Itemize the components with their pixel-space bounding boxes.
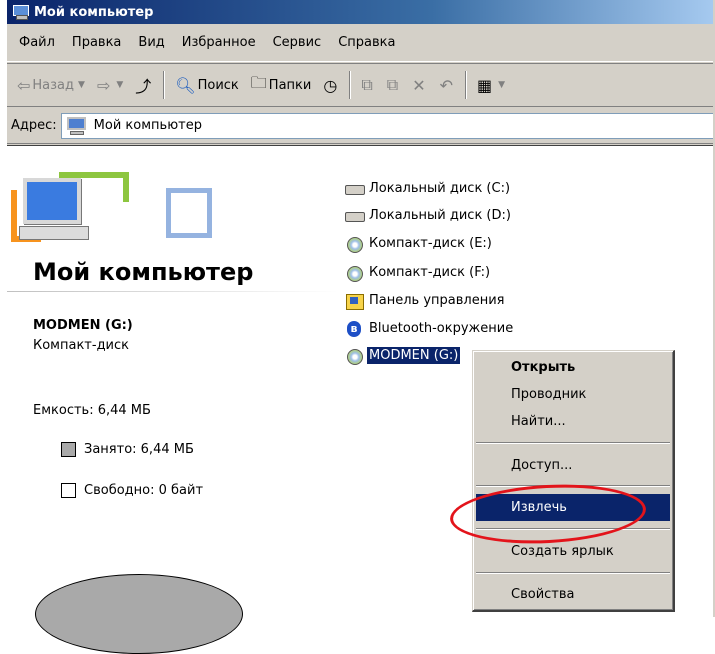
views-button[interactable]: ▦ ▼ [471,70,511,100]
forward-button[interactable]: ⇨ ▼ [91,70,129,100]
address-bar: Адрес: Мой компьютер [7,108,715,144]
search-label: Поиск [197,77,239,93]
ctx-open[interactable]: Открыть [476,354,670,381]
delete-icon: ✕ [412,75,426,95]
used-swatch [61,442,76,457]
menu-separator [476,485,670,487]
address-field[interactable]: Мой компьютер [60,112,715,139]
title-bar[interactable]: Мой компьютер [7,0,715,24]
free-space-text: Свободно: 0 байт [84,483,204,498]
cd-drive-icon [345,348,365,365]
back-button[interactable]: ⇦ Назад ▼ [11,70,91,100]
undo-icon: ↶ [439,75,453,95]
window-title: Мой компьютер [34,4,154,20]
back-arrow-icon: ⇦ [17,75,31,95]
item-label: Локальный диск (D:) [369,208,511,223]
folders-icon: 🗀 [250,72,267,92]
selected-item-name: MODMEN (G:) [33,318,133,333]
views-icon: ▦ [477,75,493,95]
move-to-button[interactable]: ⧉ [355,70,380,100]
cd-drive-icon [345,236,365,253]
ctx-find[interactable]: Найти... [476,408,670,435]
item-label: Bluetooth-окружение [369,321,514,336]
divider [7,291,339,292]
item-drive-f[interactable]: Компакт-диск (F:) [345,262,492,283]
delete-button[interactable]: ✕ [406,70,433,100]
menu-separator [476,572,670,574]
menu-separator [476,528,670,530]
bluetooth-icon [345,320,365,337]
address-label: Адрес: [11,118,57,133]
item-bluetooth[interactable]: Bluetooth-окружение [345,318,515,339]
context-menu: Открыть Проводник Найти... Доступ... Изв… [472,350,675,612]
toolbar-separator [349,71,352,99]
address-value: Мой компьютер [93,118,202,133]
menu-help[interactable]: Справка [330,32,403,53]
used-space-text: Занято: 6,44 МБ [84,442,194,457]
move-to-icon: ⧉ [361,75,373,94]
item-drive-c[interactable]: Локальный диск (C:) [345,178,512,199]
panel-title: Мой компьютер [33,258,254,286]
used-space-legend: Занято: 6,44 МБ [61,442,194,457]
copy-to-button[interactable]: ⧉ [381,70,406,100]
selected-item-type: Компакт-диск [33,338,130,353]
free-space-legend: Свободно: 0 байт [61,483,203,498]
menu-separator [476,442,670,444]
chevron-down-icon: ▼ [498,80,506,90]
ctx-create-shortcut[interactable]: Создать ярлык [476,538,670,565]
ctx-eject[interactable]: Извлечь [476,494,670,521]
item-control-panel[interactable]: Панель управления [345,290,507,311]
control-panel-icon [345,293,365,310]
folders-label: Папки [268,77,312,93]
forward-arrow-icon: ⇨ [96,75,111,95]
toolbar-separator [163,71,166,99]
hard-drive-icon [345,208,365,224]
undo-button[interactable]: ↶ [434,70,461,100]
history-button[interactable]: ◷ [317,70,345,100]
toolbar: ⇦ Назад ▼ ⇨ ▼ ⤴ 🔍︎ Поиск 🗀 Папки ◷ ⧉ ⧉ ✕… [7,63,715,107]
ctx-explorer[interactable]: Проводник [476,381,670,408]
item-drive-e[interactable]: Компакт-диск (E:) [345,233,494,254]
search-icon: 🔍︎ [175,75,196,95]
ctx-sharing[interactable]: Доступ... [476,452,670,479]
folders-button[interactable]: 🗀 Папки [245,70,318,100]
toolbar-separator [465,71,467,99]
search-button[interactable]: 🔍︎ Поиск [169,70,245,100]
item-label: Панель управления [369,293,505,308]
menu-tools[interactable]: Сервис [265,32,330,53]
cd-drive-icon [345,265,365,282]
item-label: Компакт-диск (E:) [369,236,492,251]
up-folder-icon: ⤴ [135,77,152,96]
item-drive-g[interactable]: MODMEN (G:) [345,345,461,366]
menu-edit[interactable]: Правка [64,32,129,53]
capacity-text: Емкость: 6,44 МБ [33,403,151,418]
copy-to-icon: ⧉ [386,75,399,94]
up-folder-button[interactable]: ⤴ [129,70,159,100]
item-label: Локальный диск (C:) [369,181,511,196]
item-label: Компакт-диск (F:) [369,265,491,280]
back-label: Назад [32,77,75,93]
history-icon: ◷ [323,75,338,95]
item-drive-d[interactable]: Локальный диск (D:) [345,205,513,226]
my-computer-icon [12,4,30,20]
menu-bar: Файл Правка Вид Избранное Сервис Справка [7,24,715,62]
hard-drive-icon [345,181,365,197]
free-swatch [61,483,76,498]
disk-usage-pie [35,574,243,654]
my-computer-large-icon [11,168,212,248]
menu-file[interactable]: Файл [11,32,63,53]
my-computer-icon [66,116,88,135]
chevron-down-icon: ▼ [116,80,124,90]
chevron-down-icon: ▼ [78,80,85,90]
item-label: MODMEN (G:) [367,347,461,364]
menu-view[interactable]: Вид [130,32,172,53]
details-panel: Мой компьютер MODMEN (G:) Компакт-диск Е… [7,146,339,654]
ctx-properties[interactable]: Свойства [476,581,670,608]
menu-favorites[interactable]: Избранное [174,32,264,53]
